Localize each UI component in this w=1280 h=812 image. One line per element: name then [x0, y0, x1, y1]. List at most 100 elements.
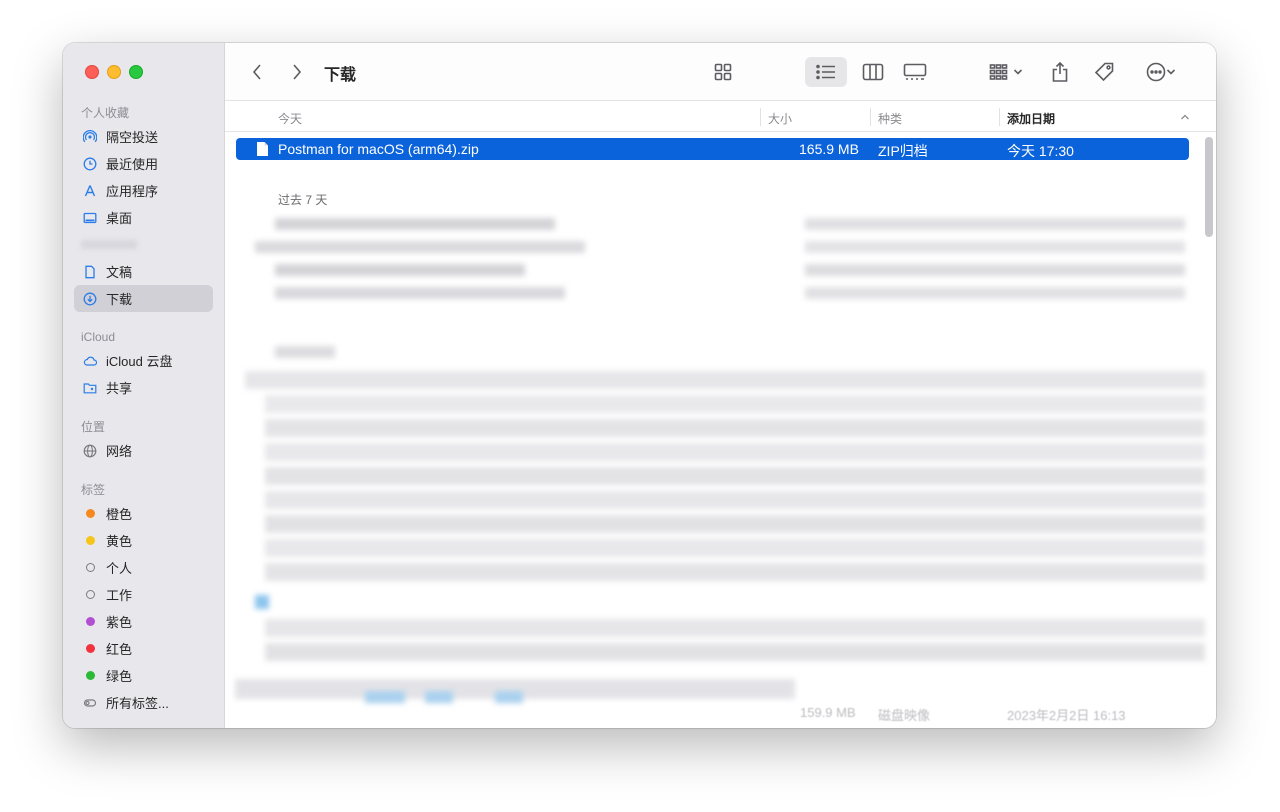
gallery-icon: [903, 63, 927, 80]
redacted-row[interactable]: [805, 218, 1185, 230]
redacted-sidebar-item[interactable]: [81, 231, 225, 258]
sidebar-item-label: 工作: [106, 588, 133, 603]
sidebar-item-label: 网络: [106, 444, 133, 459]
sidebar-tags: 标签 橙色 黄色 个人 工作 紫色 红色 绿色 所有标签...: [63, 480, 225, 716]
redacted-row[interactable]: [265, 491, 1205, 509]
column-size[interactable]: 大小: [768, 110, 792, 127]
close-button[interactable]: [85, 65, 99, 79]
globe-icon: [82, 443, 98, 459]
table-row-selected[interactable]: Postman for macOS (arm64).zip 165.9 MB Z…: [236, 138, 1189, 160]
sidebar-item-documents[interactable]: 文稿: [74, 258, 213, 285]
list-view-button[interactable]: [805, 57, 847, 87]
file-kind: ZIP归档: [878, 143, 928, 159]
redacted-row[interactable]: [255, 241, 585, 253]
column-date-added[interactable]: 添加日期: [1007, 110, 1055, 127]
redacted-row[interactable]: [425, 691, 453, 703]
sort-ascending-icon[interactable]: [1180, 113, 1190, 121]
redacted-row[interactable]: [275, 264, 525, 276]
tag-button[interactable]: [1091, 57, 1117, 87]
redacted-row[interactable]: [265, 443, 1205, 461]
sidebar-item-tag-yellow[interactable]: 黄色: [74, 527, 213, 554]
column-header: 今天 大小 种类 添加日期: [225, 102, 1216, 132]
sidebar-item-tag-red[interactable]: 红色: [74, 635, 213, 662]
sidebar-item-downloads[interactable]: 下载: [74, 285, 213, 312]
redacted-row[interactable]: [245, 371, 1205, 389]
sidebar-item-tag-orange[interactable]: 橙色: [74, 500, 213, 527]
redacted-row[interactable]: [265, 539, 1205, 557]
redacted-row[interactable]: [805, 241, 1185, 253]
chevron-left-icon: [252, 64, 261, 80]
sidebar-section-title: 位置: [81, 420, 106, 434]
sidebar-item-applications[interactable]: 应用程序: [74, 177, 213, 204]
redacted-row[interactable]: [495, 691, 523, 703]
sidebar-item-tag-personal[interactable]: 个人: [74, 554, 213, 581]
vertical-scrollbar[interactable]: [1205, 137, 1213, 237]
sidebar-item-label: 所有标签...: [106, 696, 169, 711]
redacted-row[interactable]: [275, 346, 335, 358]
sidebar-item-network[interactable]: 网络: [74, 437, 213, 464]
sidebar-item-icloud-drive[interactable]: iCloud 云盘: [74, 347, 213, 374]
airdrop-icon: [82, 129, 98, 145]
sidebar-item-tag-work[interactable]: 工作: [74, 581, 213, 608]
sidebar-item-desktop[interactable]: 桌面: [74, 204, 213, 231]
sidebar-item-label: 共享: [106, 381, 133, 396]
sidebar-item-airdrop[interactable]: 隔空投送: [74, 123, 213, 150]
group-label-past-7-days: 过去 7 天: [278, 193, 328, 207]
desktop-icon: [82, 210, 98, 226]
column-view-button[interactable]: [855, 57, 891, 87]
tag-icon: [1094, 62, 1114, 82]
tags-icon: [82, 695, 98, 711]
redacted-row[interactable]: [265, 395, 1205, 413]
sidebar: 个人收藏 隔空投送 最近使用 应用程序 桌面 文稿 下载 iCloud iClo…: [63, 43, 225, 728]
redacted-row[interactable]: [805, 287, 1185, 299]
sidebar-item-all-tags[interactable]: 所有标签...: [74, 689, 213, 716]
redacted-row[interactable]: [265, 643, 1205, 661]
sidebar-locations: 位置 网络: [63, 417, 225, 464]
share-button[interactable]: [1047, 57, 1073, 87]
finder-window: 个人收藏 隔空投送 最近使用 应用程序 桌面 文稿 下载 iCloud iClo…: [63, 43, 1216, 728]
redacted-row[interactable]: [805, 264, 1185, 276]
back-button[interactable]: [245, 57, 269, 87]
gallery-view-button[interactable]: [897, 57, 933, 87]
redacted-row[interactable]: [275, 218, 555, 230]
zip-file-icon: [257, 142, 268, 156]
sidebar-item-tag-purple[interactable]: 紫色: [74, 608, 213, 635]
red-tag-icon: [82, 641, 98, 657]
sidebar-item-label: 紫色: [106, 615, 133, 630]
column-name[interactable]: 今天: [278, 110, 302, 127]
toolbar: 下载: [225, 43, 1216, 101]
sidebar-item-label: 文稿: [106, 265, 133, 280]
redacted-row[interactable]: [265, 563, 1205, 581]
redacted-row[interactable]: [255, 595, 269, 609]
group-by-button[interactable]: [983, 57, 1029, 87]
sidebar-item-recents[interactable]: 最近使用: [74, 150, 213, 177]
empty-tag-icon: [82, 587, 98, 603]
sidebar-item-label: 应用程序: [106, 184, 159, 199]
purple-tag-icon: [82, 614, 98, 630]
redacted-row[interactable]: [265, 515, 1205, 533]
icon-view-button[interactable]: [705, 57, 741, 87]
more-actions-button[interactable]: [1139, 57, 1183, 87]
ellipsis-circle-icon: [1146, 62, 1166, 82]
sidebar-item-label: 绿色: [106, 669, 133, 684]
chevron-down-icon: [1013, 69, 1023, 75]
redacted-row[interactable]: [265, 467, 1205, 485]
zoom-button[interactable]: [129, 65, 143, 79]
group-grid-icon: [989, 64, 1008, 80]
sidebar-icloud: iCloud iCloud 云盘 共享: [63, 327, 225, 401]
minimize-button[interactable]: [107, 65, 121, 79]
redacted-row[interactable]: [265, 619, 1205, 637]
sidebar-item-label: iCloud 云盘: [106, 354, 173, 369]
column-kind[interactable]: 种类: [878, 110, 902, 127]
sidebar-item-label: 下载: [106, 292, 133, 307]
sidebar-item-shared[interactable]: 共享: [74, 374, 213, 401]
sidebar-item-label: 橙色: [106, 507, 133, 522]
green-tag-icon: [82, 668, 98, 684]
sidebar-item-tag-green[interactable]: 绿色: [74, 662, 213, 689]
redacted-row[interactable]: [365, 691, 405, 703]
forward-button[interactable]: [285, 57, 309, 87]
redacted-row[interactable]: [265, 419, 1205, 437]
redacted-row[interactable]: [275, 287, 565, 299]
sidebar-item-label: 最近使用: [106, 157, 159, 172]
sidebar-section-title: iCloud: [81, 330, 116, 344]
